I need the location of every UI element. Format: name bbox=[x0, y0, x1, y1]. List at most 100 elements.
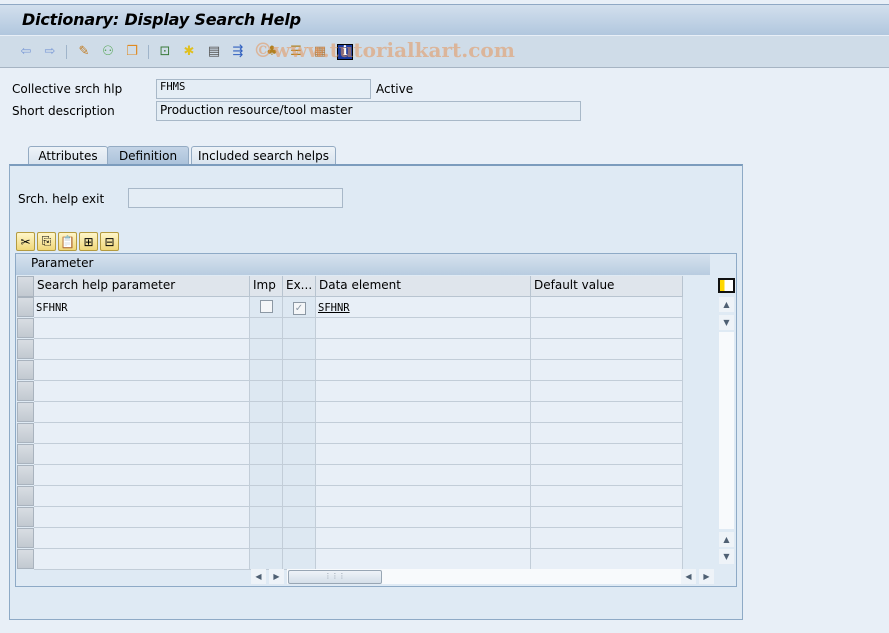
cell-import[interactable] bbox=[250, 507, 283, 528]
cell-data-element[interactable]: SFHNR bbox=[316, 297, 531, 318]
cell-default-value[interactable] bbox=[531, 360, 683, 381]
cell-search-help-parameter[interactable] bbox=[34, 360, 250, 381]
copy-button[interactable]: ⎘ bbox=[37, 232, 56, 251]
cell-export[interactable] bbox=[283, 360, 316, 381]
cell-export[interactable] bbox=[283, 528, 316, 549]
test-icon[interactable]: ▤ bbox=[206, 44, 222, 60]
cell-search-help-parameter[interactable] bbox=[34, 486, 250, 507]
forward-arrow-icon[interactable]: ⇨ bbox=[42, 44, 58, 60]
back-arrow-icon[interactable]: ⇦ bbox=[18, 44, 34, 60]
cell-export[interactable] bbox=[283, 339, 316, 360]
check-icon[interactable]: ⊡ bbox=[157, 44, 173, 60]
scroll-left-button[interactable]: ◀ bbox=[251, 569, 266, 584]
cell-search-help-parameter[interactable] bbox=[34, 507, 250, 528]
active-inactive-icon[interactable]: ⚇ bbox=[100, 44, 116, 60]
cell-data-element[interactable] bbox=[316, 465, 531, 486]
cell-search-help-parameter[interactable] bbox=[34, 528, 250, 549]
scroll-far-left-button[interactable]: ◀ bbox=[681, 569, 696, 584]
short-description-field[interactable]: Production resource/tool master bbox=[156, 101, 581, 121]
cell-import[interactable] bbox=[250, 465, 283, 486]
tab-attributes[interactable]: Attributes bbox=[28, 146, 108, 165]
row-selector[interactable] bbox=[17, 402, 34, 422]
cell-search-help-parameter[interactable] bbox=[34, 318, 250, 339]
scroll-far-right-button[interactable]: ▶ bbox=[699, 569, 714, 584]
column-header-default-value[interactable]: Default value bbox=[531, 276, 683, 297]
collective-search-help-field[interactable]: FHMS bbox=[156, 79, 371, 99]
cell-import[interactable] bbox=[250, 360, 283, 381]
cell-data-element[interactable] bbox=[316, 381, 531, 402]
scroll-up-button[interactable]: ▲ bbox=[719, 297, 734, 312]
cell-export[interactable] bbox=[283, 507, 316, 528]
cell-import[interactable] bbox=[250, 402, 283, 423]
cell-import[interactable] bbox=[250, 486, 283, 507]
cell-search-help-parameter[interactable] bbox=[34, 549, 250, 570]
cell-search-help-parameter[interactable] bbox=[34, 402, 250, 423]
cell-search-help-parameter[interactable] bbox=[34, 381, 250, 402]
cell-import[interactable] bbox=[250, 339, 283, 360]
column-header-export[interactable]: Ex... bbox=[283, 276, 316, 297]
search-help-exit-field[interactable] bbox=[128, 188, 343, 208]
cell-import[interactable] bbox=[250, 528, 283, 549]
cell-data-element[interactable] bbox=[316, 318, 531, 339]
row-selector[interactable] bbox=[17, 528, 34, 548]
horizontal-scrollbar-thumb[interactable]: ⋮⋮⋮ bbox=[288, 570, 382, 584]
cell-import[interactable] bbox=[250, 381, 283, 402]
row-selector[interactable] bbox=[17, 360, 34, 380]
cell-default-value[interactable] bbox=[531, 318, 683, 339]
insert-row-button[interactable]: ⊞ bbox=[79, 232, 98, 251]
cell-data-element[interactable] bbox=[316, 402, 531, 423]
cell-default-value[interactable] bbox=[531, 465, 683, 486]
cell-data-element[interactable] bbox=[316, 528, 531, 549]
cell-import[interactable] bbox=[250, 423, 283, 444]
activate-icon[interactable]: ✱ bbox=[181, 44, 197, 60]
row-selector[interactable] bbox=[17, 507, 34, 527]
row-selector[interactable] bbox=[17, 318, 34, 338]
cell-default-value[interactable] bbox=[531, 528, 683, 549]
cell-default-value[interactable] bbox=[531, 297, 683, 318]
cell-import[interactable] bbox=[250, 297, 283, 318]
cell-export[interactable] bbox=[283, 318, 316, 339]
cell-search-help-parameter[interactable] bbox=[34, 465, 250, 486]
cell-data-element[interactable] bbox=[316, 444, 531, 465]
cell-export[interactable] bbox=[283, 549, 316, 570]
cell-search-help-parameter[interactable] bbox=[34, 423, 250, 444]
select-all-button[interactable] bbox=[17, 276, 34, 297]
row-selector[interactable] bbox=[17, 444, 34, 464]
scroll-page-up-button[interactable]: ▲ bbox=[719, 532, 734, 547]
scroll-down-button[interactable]: ▼ bbox=[719, 315, 734, 330]
row-selector[interactable] bbox=[17, 339, 34, 359]
cell-default-value[interactable] bbox=[531, 381, 683, 402]
data-element-link[interactable]: SFHNR bbox=[318, 302, 350, 314]
scroll-right-button[interactable]: ▶ bbox=[269, 569, 284, 584]
cell-export[interactable] bbox=[283, 444, 316, 465]
cell-default-value[interactable] bbox=[531, 486, 683, 507]
cell-default-value[interactable] bbox=[531, 549, 683, 570]
cell-default-value[interactable] bbox=[531, 423, 683, 444]
other-object-icon[interactable]: ❐ bbox=[124, 44, 140, 60]
column-header-data-element[interactable]: Data element bbox=[316, 276, 531, 297]
cell-data-element[interactable] bbox=[316, 360, 531, 381]
cell-data-element[interactable] bbox=[316, 339, 531, 360]
cell-data-element[interactable] bbox=[316, 507, 531, 528]
cell-export[interactable] bbox=[283, 486, 316, 507]
cell-default-value[interactable] bbox=[531, 402, 683, 423]
tab-definition[interactable]: Definition bbox=[107, 146, 189, 166]
cell-default-value[interactable] bbox=[531, 339, 683, 360]
cell-data-element[interactable] bbox=[316, 486, 531, 507]
cell-default-value[interactable] bbox=[531, 444, 683, 465]
row-selector[interactable] bbox=[17, 486, 34, 506]
where-used-icon[interactable]: ⇶ bbox=[230, 44, 246, 60]
cell-search-help-parameter[interactable]: SFHNR bbox=[34, 297, 250, 318]
scroll-page-down-button[interactable]: ▼ bbox=[719, 549, 734, 564]
vertical-scrollbar-track[interactable] bbox=[719, 332, 734, 529]
cell-search-help-parameter[interactable] bbox=[34, 444, 250, 465]
row-selector[interactable] bbox=[17, 465, 34, 485]
row-selector[interactable] bbox=[17, 549, 34, 569]
cell-export[interactable] bbox=[283, 381, 316, 402]
paste-button[interactable]: 📋 bbox=[58, 232, 77, 251]
cell-export[interactable] bbox=[283, 402, 316, 423]
cell-export[interactable] bbox=[283, 423, 316, 444]
display-change-icon[interactable]: ✎ bbox=[76, 44, 92, 60]
column-layout-icon[interactable] bbox=[718, 278, 735, 293]
cell-default-value[interactable] bbox=[531, 507, 683, 528]
